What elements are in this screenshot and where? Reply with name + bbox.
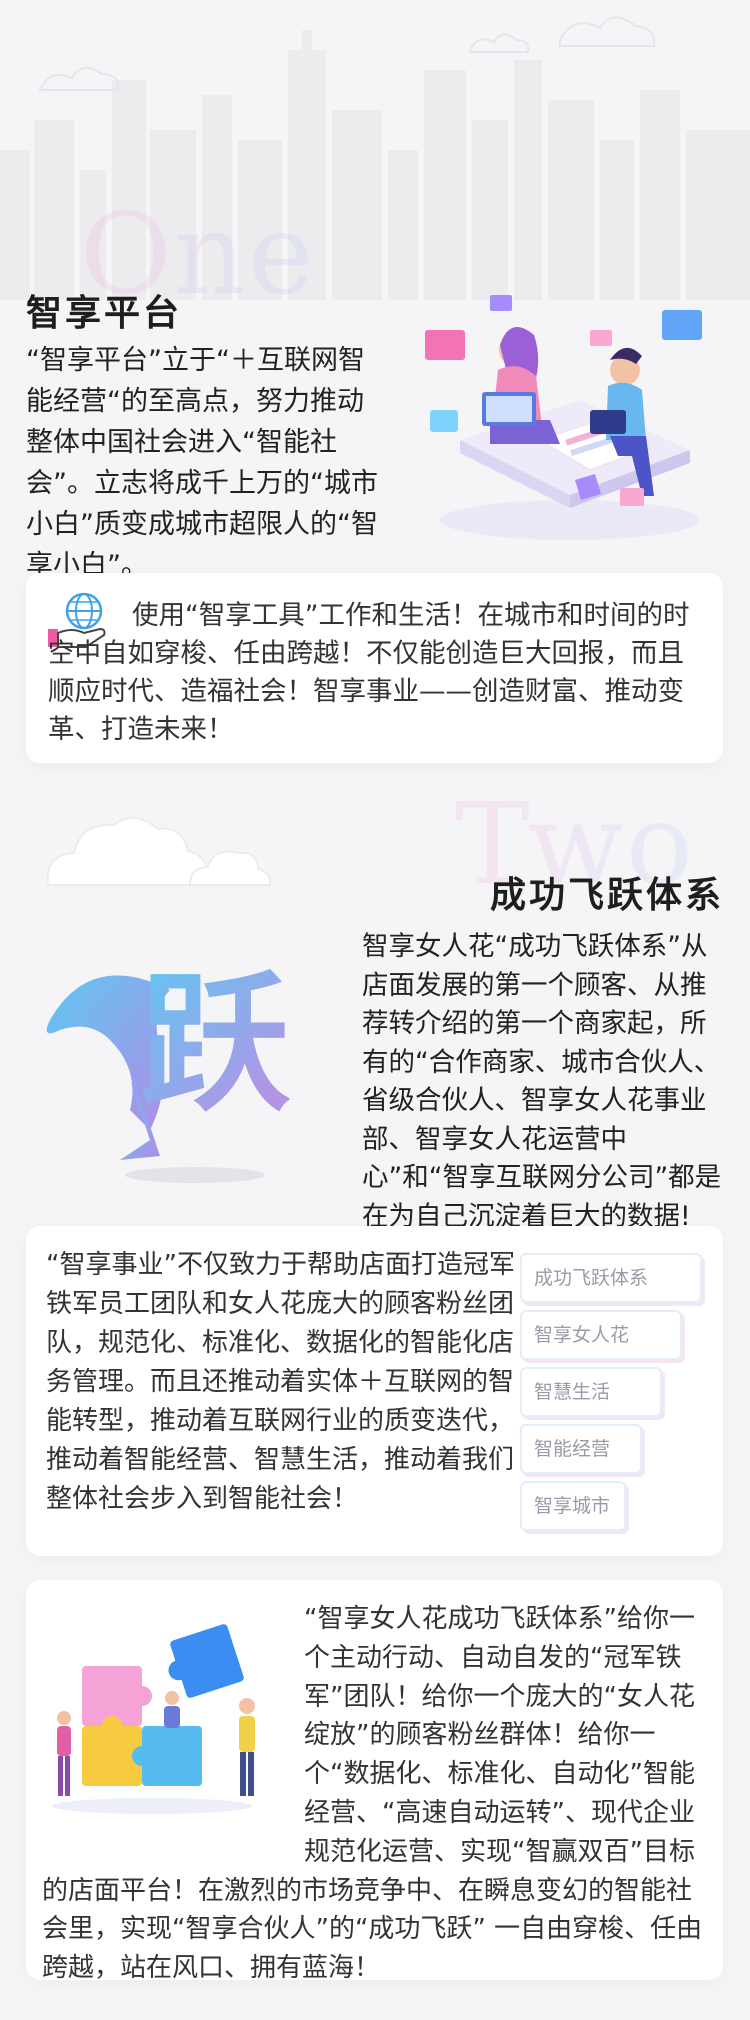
section1-card: 使用“智享工具”工作和生活！在城市和时间的时空中自如穿梭、任由跨越！不仅能创造巨… xyxy=(26,573,723,763)
leap-logo-text: 跃 xyxy=(140,958,291,1132)
section1-title: 智享平台 xyxy=(26,293,183,334)
cloud-icon xyxy=(46,817,272,886)
section2-description: 智享女人花“成功飞跃体系”从店面发展的第一个顾客、从推荐转介绍的第一个商家起，所… xyxy=(362,931,722,1232)
laptop-people-illustration xyxy=(425,295,702,540)
section2-title: 成功飞跃体系 xyxy=(489,875,724,916)
section2-card: “智享事业”不仅致力于帮助店面打造冠军铁军员工团队和女人花庞大的顾客粉丝团队，规… xyxy=(26,1226,723,1556)
tag-smart-business: 智能经营 xyxy=(520,1424,642,1474)
tag-women-flower: 智享女人花 xyxy=(520,1310,682,1360)
section1-intro: “智享平台”立于“＋互联网智能经营“的至高点，努力推动整体中国社会进入“智能社会… xyxy=(26,345,378,581)
puzzle-team-illustration xyxy=(52,1624,255,1814)
section3-card: “智享女人花成功飞跃体系”给你一个主动行动、自动自发的“冠军铁军”团队！给你一个… xyxy=(26,1580,723,1983)
tag-smart-city: 智享城市 xyxy=(520,1481,626,1531)
section1-card-text: 使用“智享工具”工作和生活！在城市和时间的时空中自如穿梭、任由跨越！不仅能创造巨… xyxy=(48,600,690,745)
tag-success-leap: 成功飞跃体系 xyxy=(520,1253,702,1303)
leap-logo: 跃 xyxy=(40,950,330,1190)
tag-smart-life: 智慧生活 xyxy=(520,1367,662,1417)
section2-card-text: “智享事业”不仅致力于帮助店面打造冠军铁军员工团队和女人花庞大的顾客粉丝团队，规… xyxy=(46,1250,515,1514)
